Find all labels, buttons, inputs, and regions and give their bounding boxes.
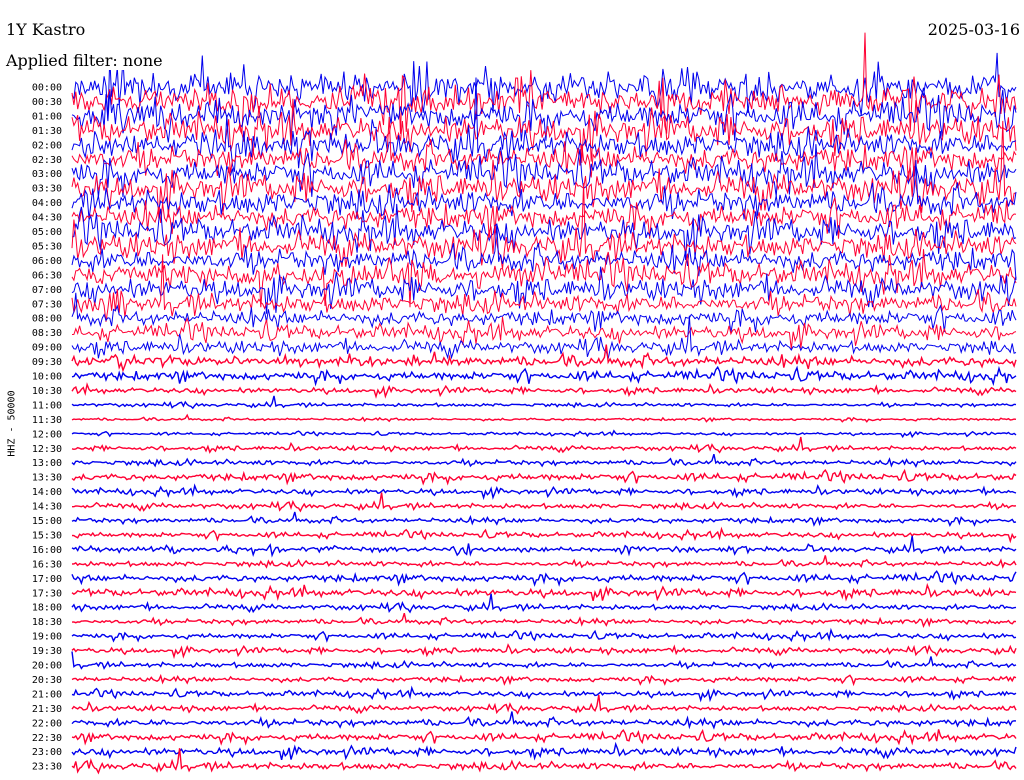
trace-1430 xyxy=(72,492,1017,513)
trace-1630 xyxy=(71,555,1017,569)
row-label-2000: 20:00 xyxy=(32,661,62,672)
row-label-0800: 08:00 xyxy=(32,314,62,325)
trace-0500 xyxy=(71,203,1017,261)
row-label-2200: 22:00 xyxy=(32,718,62,729)
trace-1230 xyxy=(71,436,1017,454)
trace-2130 xyxy=(71,694,1017,715)
row-label-1730: 17:30 xyxy=(32,588,62,599)
date-label: 2025-03-16 xyxy=(927,20,1020,39)
row-label-0500: 05:00 xyxy=(32,227,62,238)
row-label-0000: 00:00 xyxy=(32,83,62,94)
row-label-1100: 11:00 xyxy=(32,400,62,411)
row-label-2300: 23:00 xyxy=(32,747,62,758)
row-label-1530: 15:30 xyxy=(32,530,62,541)
row-label-1200: 12:00 xyxy=(32,429,62,440)
trace-1530 xyxy=(71,526,1017,544)
row-label-1430: 14:30 xyxy=(32,502,62,513)
channel-axis-label: HHZ - 50000 xyxy=(6,390,18,457)
row-label-1030: 10:30 xyxy=(32,386,62,397)
station-title: 1Y Kastro xyxy=(6,20,86,39)
trace-2100 xyxy=(71,685,1017,703)
row-label-1830: 18:30 xyxy=(32,617,62,628)
row-label-1300: 13:00 xyxy=(32,458,62,469)
trace-1330 xyxy=(71,468,1017,486)
trace-1030 xyxy=(71,382,1017,399)
trace-1900 xyxy=(71,627,1017,643)
trace-2200 xyxy=(71,711,1017,730)
row-label-2330: 23:30 xyxy=(32,762,62,773)
row-label-0600: 06:00 xyxy=(32,256,62,267)
row-label-0730: 07:30 xyxy=(32,299,62,310)
row-label-0300: 03:00 xyxy=(32,169,62,180)
row-label-0930: 09:30 xyxy=(32,357,62,368)
row-label-1630: 16:30 xyxy=(32,559,62,570)
trace-0000 xyxy=(71,52,1017,120)
trace-1600 xyxy=(71,535,1017,558)
row-label-0830: 08:30 xyxy=(32,328,62,339)
row-label-1700: 17:00 xyxy=(32,574,62,585)
trace-0900 xyxy=(71,315,1017,360)
row-label-0200: 02:00 xyxy=(32,140,62,151)
row-label-1500: 15:00 xyxy=(32,516,62,527)
row-label-1130: 11:30 xyxy=(32,415,62,426)
row-label-1000: 10:00 xyxy=(32,372,62,383)
trace-2230 xyxy=(71,728,1017,746)
row-label-1800: 18:00 xyxy=(32,603,62,614)
row-label-0100: 01:00 xyxy=(32,111,62,122)
row-label-0230: 02:30 xyxy=(32,155,62,166)
row-label-0400: 04:00 xyxy=(32,198,62,209)
row-label-0330: 03:30 xyxy=(32,184,62,195)
row-label-0430: 04:30 xyxy=(32,213,62,224)
trace-2030 xyxy=(71,673,1017,687)
trace-1200 xyxy=(71,429,1017,439)
row-label-0630: 06:30 xyxy=(32,270,62,281)
trace-2300 xyxy=(71,741,1017,761)
trace-1830 xyxy=(71,613,1017,628)
trace-1100 xyxy=(71,395,1017,410)
row-label-2030: 20:30 xyxy=(32,675,62,686)
trace-1700 xyxy=(71,570,1017,587)
row-label-1330: 13:30 xyxy=(32,473,62,484)
helicorder-chart: 00:00 00:30 01:00 01:30 02:00 02:30 03:00 03:30… xyxy=(32,32,1017,775)
trace-1730 xyxy=(71,582,1017,602)
row-label-0030: 00:30 xyxy=(32,97,62,108)
row-label-1930: 19:30 xyxy=(32,646,62,657)
row-label-0130: 01:30 xyxy=(32,126,62,137)
row-label-1230: 12:30 xyxy=(32,444,62,455)
trace-1000 xyxy=(71,365,1017,387)
row-label-2230: 22:30 xyxy=(32,733,62,744)
trace-1500 xyxy=(71,511,1017,527)
trace-0830 xyxy=(71,316,1017,349)
row-label-2130: 21:30 xyxy=(32,704,62,715)
filter-label: Applied filter: none xyxy=(6,51,163,70)
row-label-0700: 07:00 xyxy=(32,285,62,296)
trace-1400 xyxy=(71,483,1017,501)
trace-2000 xyxy=(71,651,1017,670)
trace-1930 xyxy=(71,643,1017,660)
trace-1300 xyxy=(71,454,1017,468)
row-label-2100: 21:00 xyxy=(32,689,62,700)
row-label-1400: 14:00 xyxy=(32,487,62,498)
row-label-0900: 09:00 xyxy=(32,343,62,354)
row-label-1900: 19:00 xyxy=(32,632,62,643)
row-label-0530: 05:30 xyxy=(32,241,62,252)
trace-1130 xyxy=(71,413,1017,423)
row-label-1600: 16:00 xyxy=(32,545,62,556)
